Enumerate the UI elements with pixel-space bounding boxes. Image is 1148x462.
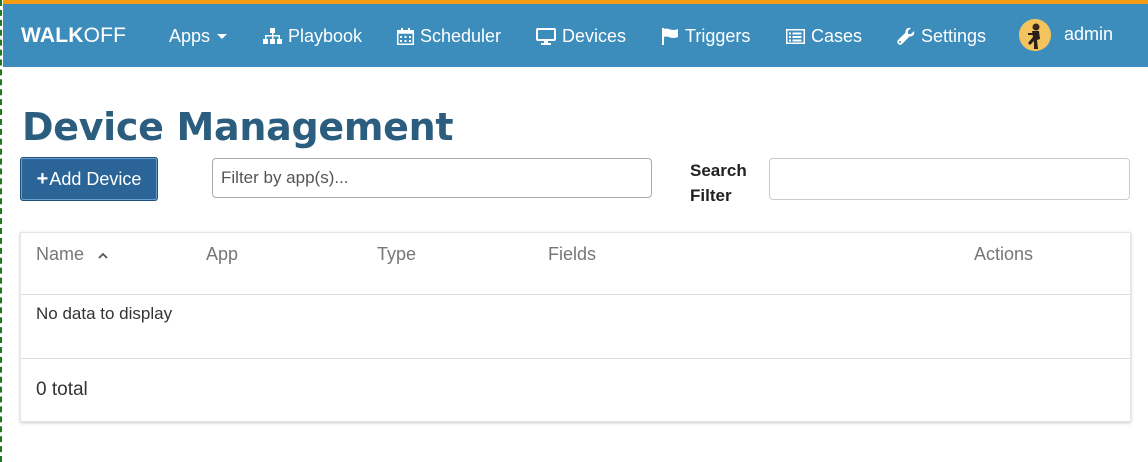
- search-filter-label: Search Filter: [690, 161, 747, 205]
- devices-table: Name App Type Fields Actions No data to …: [20, 232, 1131, 422]
- nav-triggers-label: Triggers: [685, 25, 751, 46]
- sort-ascending-icon: [98, 252, 108, 259]
- column-header-actions: Actions: [974, 244, 1034, 264]
- brand-light: OFF: [83, 24, 127, 47]
- column-header-name[interactable]: Name: [36, 244, 108, 265]
- user-avatar-icon: [1019, 19, 1051, 51]
- top-navbar: WALKOFF Apps Playbook Scheduler Devices …: [3, 0, 1148, 67]
- sitemap-icon: [263, 28, 282, 44]
- nav-settings[interactable]: Settings: [897, 24, 986, 48]
- brand-bold: WALK: [21, 24, 84, 47]
- nav-playbook[interactable]: Playbook: [263, 24, 362, 48]
- brand-logo[interactable]: WALKOFF: [21, 24, 126, 48]
- add-device-button[interactable]: + Add Device: [20, 157, 158, 201]
- monitor-icon: [536, 27, 556, 45]
- empty-table-message: No data to display: [36, 304, 173, 323]
- nav-scheduler-label: Scheduler: [420, 25, 502, 46]
- nav-cases-label: Cases: [811, 25, 863, 46]
- column-header-type[interactable]: Type: [377, 244, 416, 265]
- caret-down-icon: [217, 33, 228, 39]
- avatar[interactable]: [1019, 19, 1051, 51]
- plus-icon: +: [36, 167, 49, 190]
- column-header-app[interactable]: App: [206, 244, 238, 265]
- nav-settings-label: Settings: [921, 25, 987, 46]
- nav-apps-label: Apps: [169, 25, 211, 46]
- nav-cases[interactable]: Cases: [786, 24, 862, 48]
- user-menu[interactable]: admin: [1064, 24, 1113, 45]
- calendar-icon: [397, 27, 414, 45]
- nav-scheduler[interactable]: Scheduler: [397, 24, 501, 48]
- nav-playbook-label: Playbook: [288, 25, 363, 46]
- column-header-fields[interactable]: Fields: [548, 244, 596, 265]
- nav-triggers[interactable]: Triggers: [661, 24, 750, 48]
- search-filter-input[interactable]: [769, 158, 1130, 200]
- wrench-icon: [897, 27, 915, 45]
- list-icon: [786, 28, 805, 44]
- page-title: Device Management: [22, 105, 454, 149]
- app-filter-input[interactable]: [212, 158, 652, 198]
- add-device-label: Add Device: [49, 168, 142, 189]
- nav-devices[interactable]: Devices: [536, 24, 626, 48]
- column-name-label: Name: [36, 244, 85, 264]
- total-count: 0 total: [36, 379, 88, 400]
- window-edge: [0, 0, 3, 462]
- nav-apps[interactable]: Apps: [169, 24, 228, 48]
- header-divider: [21, 294, 1130, 295]
- flag-icon: [662, 27, 678, 45]
- nav-devices-label: Devices: [562, 25, 627, 46]
- footer-divider: [21, 358, 1130, 359]
